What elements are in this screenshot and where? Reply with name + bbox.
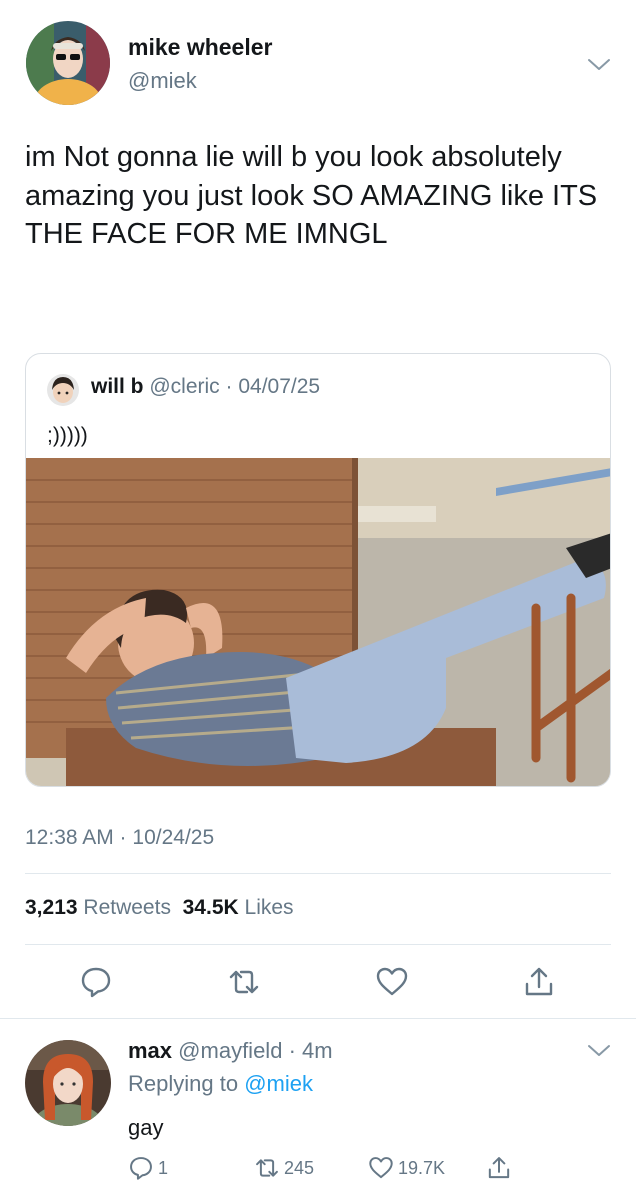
avatar[interactable]: [25, 1040, 111, 1126]
divider: [25, 873, 611, 874]
author-handle[interactable]: @miek: [128, 68, 197, 94]
avatar: [47, 374, 79, 406]
retweets-count[interactable]: 3,213: [25, 896, 78, 919]
avatar[interactable]: [26, 21, 110, 105]
engagement-stats: 3,213 Retweets 34.5K Likes: [25, 896, 294, 920]
photo-image: [26, 458, 610, 786]
author-name[interactable]: mike wheeler: [128, 34, 272, 61]
like-icon[interactable]: [375, 965, 409, 999]
divider: [25, 944, 611, 945]
retweet-action[interactable]: 245: [254, 1153, 314, 1183]
share-icon[interactable]: [522, 965, 556, 999]
avatar-image: [25, 1040, 111, 1126]
like-count: 19.7K: [398, 1157, 446, 1178]
chevron-down-icon[interactable]: [586, 54, 612, 74]
retweets-label[interactable]: Retweets: [83, 896, 171, 919]
reply-author-name[interactable]: max: [128, 1038, 172, 1063]
quoted-header: will b @cleric · 04/07/25: [91, 375, 320, 399]
chevron-down-icon[interactable]: [586, 1040, 612, 1060]
replying-to-label: Replying to: [128, 1071, 239, 1096]
quoted-author-name[interactable]: will b: [91, 375, 144, 398]
retweet-icon[interactable]: [254, 1155, 280, 1181]
reply-action[interactable]: 1: [128, 1153, 168, 1183]
reply-icon[interactable]: [79, 965, 113, 999]
like-action[interactable]: 19.7K: [368, 1153, 445, 1183]
share-action[interactable]: [486, 1153, 512, 1183]
reply-author-handle[interactable]: @mayfield: [178, 1038, 282, 1063]
tweet-text: im Not gonna lie will b you look absolut…: [25, 141, 598, 250]
share-icon[interactable]: [486, 1155, 512, 1181]
retweet-count: 245: [284, 1157, 315, 1178]
quoted-tweet[interactable]: will b @cleric · 04/07/25 ;))))): [25, 353, 611, 787]
quoted-author-handle[interactable]: @cleric: [149, 375, 219, 398]
retweet-icon[interactable]: [227, 965, 261, 999]
like-icon[interactable]: [368, 1155, 394, 1181]
replying-to: Replying to @miek: [128, 1071, 313, 1097]
replying-to-handle[interactable]: @miek: [244, 1071, 313, 1096]
quoted-date: · 04/07/25: [225, 375, 321, 398]
quoted-text: ;))))): [47, 424, 88, 447]
reply-header: max @mayfield · 4m: [128, 1038, 333, 1064]
reply-text: gay: [128, 1115, 164, 1140]
likes-count[interactable]: 34.5K: [183, 896, 239, 919]
reply-count: 1: [158, 1157, 169, 1178]
likes-label[interactable]: Likes: [245, 896, 294, 919]
reply-icon[interactable]: [128, 1155, 154, 1181]
tweet-timestamp[interactable]: 12:38 AM · 10/24/25: [25, 826, 214, 850]
reply-time[interactable]: · 4m: [289, 1038, 333, 1063]
avatar-image: [26, 21, 110, 105]
quoted-photo[interactable]: [26, 458, 610, 786]
divider: [0, 1018, 636, 1019]
